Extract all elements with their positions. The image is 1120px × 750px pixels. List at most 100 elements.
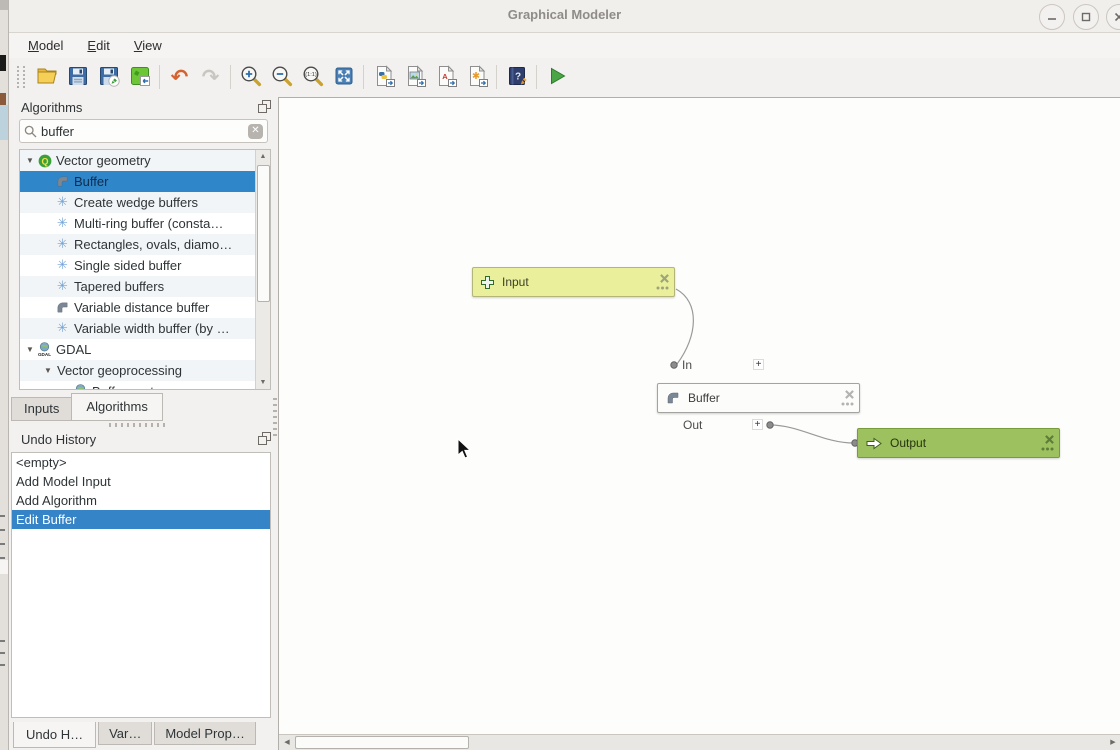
undo-history-item[interactable]: Add Algorithm xyxy=(12,491,270,510)
algorithms-panel-title: Algorithms xyxy=(21,100,82,115)
zoom-full-icon xyxy=(332,64,356,91)
tab-inputs[interactable]: Inputs xyxy=(11,397,72,421)
export-as-pdf-button[interactable]: A xyxy=(430,62,461,92)
save-model-in-project-button[interactable] xyxy=(124,62,155,92)
tree-item-label: Multi-ring buffer (consta… xyxy=(71,216,223,231)
tree-item-buffer-vectors[interactable]: GDALBuffer vectors xyxy=(20,381,270,390)
panel-splitter-handle[interactable] xyxy=(109,423,169,427)
maximize-button[interactable] xyxy=(1073,4,1099,30)
close-button[interactable] xyxy=(1106,4,1120,30)
canvas-horizontal-scrollbar[interactable]: ◀ ▶ xyxy=(279,734,1120,750)
bottom-tab-var[interactable]: Var… xyxy=(98,722,152,745)
svg-text:(1:1): (1:1) xyxy=(305,72,317,78)
export-as-svg-button[interactable] xyxy=(461,62,492,92)
scrollbar-thumb[interactable] xyxy=(295,736,469,749)
tree-item-rectangles-ovals-diamo[interactable]: ✳Rectangles, ovals, diamo… xyxy=(20,234,270,255)
tab-algorithms[interactable]: Algorithms xyxy=(71,393,162,421)
tree-item-single-sided-buffer[interactable]: ✳Single sided buffer xyxy=(20,255,270,276)
titlebar[interactable]: Graphical Modeler xyxy=(9,0,1120,33)
buffer-in-port-label: In xyxy=(682,358,692,372)
export-as-image-button[interactable] xyxy=(399,62,430,92)
buffer-node-label: Buffer xyxy=(688,391,720,405)
expand-arrow-icon[interactable]: ▼ xyxy=(42,366,54,375)
undo-button[interactable]: ↶ xyxy=(164,62,195,92)
export-as-python-button[interactable] xyxy=(368,62,399,92)
out-port-expand-button[interactable]: + xyxy=(752,419,763,430)
tree-item-tapered-buffers[interactable]: ✳Tapered buffers xyxy=(20,276,270,297)
node-comment-dots[interactable] xyxy=(841,394,854,409)
tree-item-variable-width-buffer-by[interactable]: ✳Variable width buffer (by … xyxy=(20,318,270,339)
help-button[interactable]: ? xyxy=(501,62,532,92)
bottom-tab-bar: Undo H…Var…Model Prop… xyxy=(13,722,258,749)
in-port-expand-button[interactable]: + xyxy=(753,359,764,370)
undo-history-item[interactable]: Edit Buffer xyxy=(12,510,270,529)
tree-item-label: Buffer vectors xyxy=(89,384,172,390)
run-model-button[interactable] xyxy=(541,62,572,92)
tree-item-label: GDAL xyxy=(53,342,91,357)
zoom-full-button[interactable] xyxy=(328,62,359,92)
dock-tab-bar: InputsAlgorithms xyxy=(11,394,162,421)
tree-scrollbar[interactable]: ▲ ▼ xyxy=(255,150,270,389)
bottom-tab-undo-h[interactable]: Undo H… xyxy=(13,722,96,748)
save-model-icon xyxy=(66,64,90,91)
tree-item-label: Vector geoprocessing xyxy=(54,363,182,378)
tree-item-vector-geometry[interactable]: ▼QVector geometry xyxy=(20,150,270,171)
export-as-image-icon xyxy=(403,64,427,91)
run-model-icon xyxy=(545,64,569,91)
scroll-down-arrow[interactable]: ▼ xyxy=(256,376,270,389)
tree-item-buffer[interactable]: Buffer xyxy=(20,171,270,192)
search-icon xyxy=(24,125,37,138)
tree-item-gdal[interactable]: ▼GDALGDAL xyxy=(20,339,270,360)
window-title: Graphical Modeler xyxy=(9,7,1120,22)
algorithms-panel-float-button[interactable] xyxy=(258,100,271,113)
bottom-tab-model-prop[interactable]: Model Prop… xyxy=(154,722,255,745)
zoom-out-button[interactable] xyxy=(266,62,297,92)
node-comment-dots[interactable] xyxy=(1041,439,1054,454)
toolbar: ↶↷ (1:1) A? xyxy=(9,58,1120,96)
float-panel-icon xyxy=(258,432,271,445)
save-model-in-project-icon xyxy=(128,64,152,91)
tree-item-vector-geoprocessing[interactable]: ▼Vector geoprocessing xyxy=(20,360,270,381)
tree-item-label: Vector geometry xyxy=(53,153,151,168)
redo-button[interactable]: ↷ xyxy=(195,62,226,92)
undo-history-item[interactable]: <empty> xyxy=(12,453,270,472)
scroll-left-arrow[interactable]: ◀ xyxy=(279,735,295,750)
model-input-node[interactable]: Input xyxy=(472,267,675,297)
buffer-icon xyxy=(54,175,71,188)
zoom-in-button[interactable] xyxy=(235,62,266,92)
menu-view[interactable]: View xyxy=(125,35,171,56)
expand-arrow-icon[interactable]: ▼ xyxy=(24,345,36,354)
node-comment-dots[interactable] xyxy=(656,278,669,293)
model-canvas[interactable]: Input In + Buffer xyxy=(278,97,1120,750)
model-output-node[interactable]: Output xyxy=(857,428,1060,458)
tree-item-label: Buffer xyxy=(71,174,108,189)
tree-item-variable-distance-buffer[interactable]: Variable distance buffer xyxy=(20,297,270,318)
svg-text:A: A xyxy=(442,71,448,80)
open-model-button[interactable] xyxy=(31,62,62,92)
clear-search-button[interactable]: ✕ xyxy=(248,124,263,139)
tree-item-multi-ring-buffer-consta[interactable]: ✳Multi-ring buffer (consta… xyxy=(20,213,270,234)
undo-history-item[interactable]: Add Model Input xyxy=(12,472,270,491)
scrollbar-thumb[interactable] xyxy=(257,165,270,302)
zoom-actual-button[interactable]: (1:1) xyxy=(297,62,328,92)
dock-canvas-splitter[interactable] xyxy=(273,398,277,438)
zoom-out-icon xyxy=(270,64,294,91)
tree-item-create-wedge-buffers[interactable]: ✳Create wedge buffers xyxy=(20,192,270,213)
undo-panel-float-button[interactable] xyxy=(258,432,271,445)
save-model-as-button[interactable] xyxy=(93,62,124,92)
save-model-button[interactable] xyxy=(62,62,93,92)
open-model-icon xyxy=(35,64,59,91)
minimize-button[interactable] xyxy=(1039,4,1065,30)
graphical-modeler-window: Graphical Modeler Model Edit View ↶↷ (1:1) A… xyxy=(8,0,1120,750)
undo-history-list: <empty>Add Model InputAdd AlgorithmEdit … xyxy=(11,452,271,718)
scroll-right-arrow[interactable]: ▶ xyxy=(1105,735,1120,750)
save-model-as-icon xyxy=(97,64,121,91)
expand-arrow-icon[interactable]: ▼ xyxy=(24,156,36,165)
search-input[interactable] xyxy=(37,124,248,139)
buffer-algorithm-node[interactable]: Buffer xyxy=(657,383,860,413)
toolbar-drag-handle[interactable] xyxy=(17,66,25,88)
menu-model[interactable]: Model xyxy=(19,35,72,56)
scroll-up-arrow[interactable]: ▲ xyxy=(256,150,270,163)
algorithm-search-box: ✕ xyxy=(19,119,268,143)
menu-edit[interactable]: Edit xyxy=(78,35,118,56)
